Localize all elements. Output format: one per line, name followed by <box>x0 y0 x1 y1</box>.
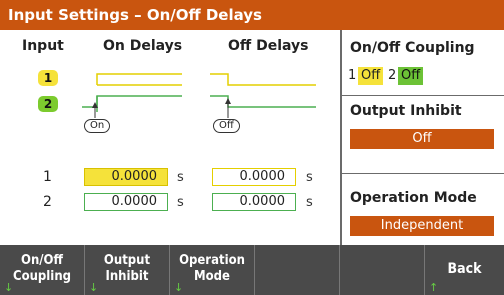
inhibit-down-arrow-icon: ↓ <box>89 281 99 294</box>
output-inhibit-header: Output Inhibit <box>350 103 462 119</box>
settings-panel: On/Off Coupling 1 Off 2 Off Output Inhib… <box>342 30 504 245</box>
off-arrow-head <box>225 98 231 104</box>
coupling-down-arrow-icon: ↓ <box>4 281 14 294</box>
operation-mode-header: Operation Mode <box>350 190 477 206</box>
section-divider-2 <box>342 173 504 174</box>
on-delay-trace-1 <box>96 73 182 85</box>
row-1-label: 1 <box>43 169 52 185</box>
off-delay-trace-2 <box>210 95 316 108</box>
off-delay-2-field[interactable]: 0.0000 <box>212 193 296 211</box>
on-delay-1-unit: s <box>177 170 184 185</box>
delay-timing-diagram <box>82 73 316 118</box>
off-delay-1-field[interactable]: 0.0000 <box>212 168 296 186</box>
coupling-header: On/Off Coupling <box>350 40 475 56</box>
operation-mode-value[interactable]: Independent <box>350 216 494 236</box>
softkey-bar: On/Off Coupling ↓ Output Inhibit ↓ Opera… <box>0 245 504 295</box>
back-up-arrow-icon: ↑ <box>429 281 439 294</box>
coupling-ch2-value[interactable]: Off <box>398 67 424 85</box>
coupling-ch2-label: 2 <box>388 68 397 83</box>
off-delay-trace-1 <box>210 73 316 86</box>
row-2-label: 2 <box>43 194 52 210</box>
section-divider-1 <box>342 95 504 96</box>
output-inhibit-value[interactable]: Off <box>350 129 494 149</box>
coupling-ch1-value[interactable]: Off <box>358 67 384 85</box>
on-delay-2-field[interactable]: 0.0000 <box>84 193 168 211</box>
page-title: Input Settings – On/Off Delays <box>0 0 504 30</box>
mode-down-arrow-icon: ↓ <box>174 281 184 294</box>
delays-panel: Input On Delays Off Delays 1 2 On Off 1 … <box>0 30 340 245</box>
on-delay-1-field[interactable]: 0.0000 <box>84 168 168 186</box>
coupling-ch1-label: 1 <box>348 68 357 83</box>
on-tag: On <box>84 119 111 133</box>
off-delay-1-unit: s <box>306 170 313 185</box>
softkey-5[interactable] <box>340 245 424 295</box>
on-delay-2-unit: s <box>177 195 184 210</box>
off-delay-2-unit: s <box>306 195 313 210</box>
softkey-4[interactable] <box>255 245 339 295</box>
off-tag: Off <box>213 119 240 133</box>
